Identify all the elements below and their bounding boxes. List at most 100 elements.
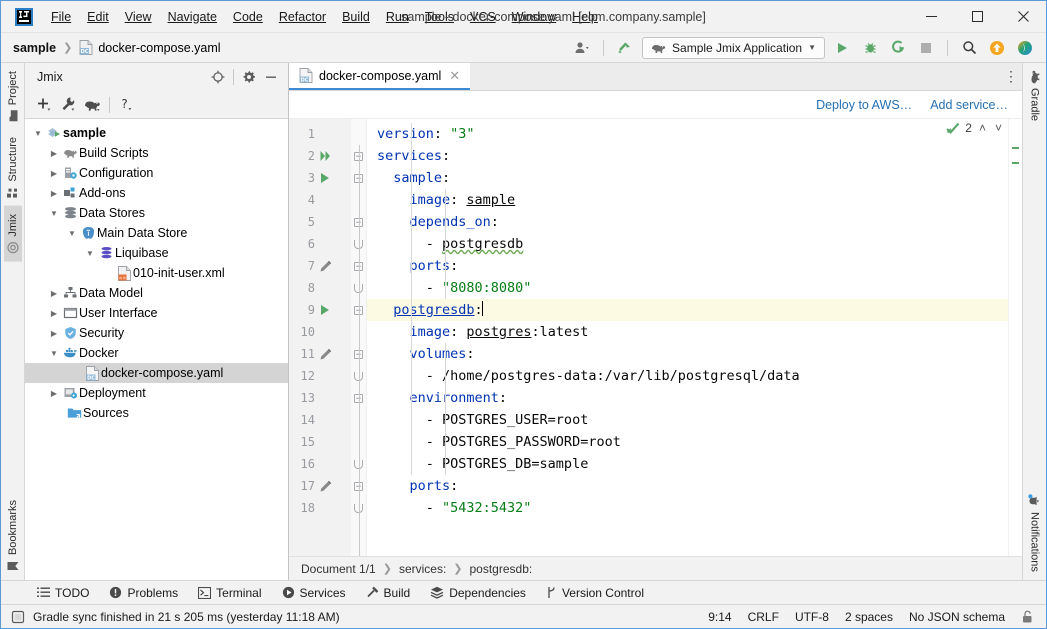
- tree-item-build-scripts[interactable]: ▶ Build Scripts: [25, 143, 288, 163]
- event-log-icon[interactable]: [11, 610, 25, 624]
- help-question-icon[interactable]: ?: [116, 94, 138, 116]
- hide-minus-icon[interactable]: [260, 66, 282, 88]
- menu-build[interactable]: Build: [334, 6, 378, 28]
- tree-item-data-model[interactable]: ▶ Data Model: [25, 283, 288, 303]
- chevron-right-icon[interactable]: ▶: [47, 149, 61, 158]
- chevron-right-icon[interactable]: ▶: [47, 169, 61, 178]
- breadcrumb-postgresdb[interactable]: postgresdb:: [470, 562, 533, 576]
- maximize-button[interactable]: [954, 1, 1000, 33]
- unlocked-padlock-icon[interactable]: [1021, 610, 1034, 624]
- breadcrumb-file[interactable]: docker-compose.yaml: [98, 41, 220, 55]
- tool-window-dependencies[interactable]: Dependencies: [422, 584, 534, 602]
- tool-window-problems[interactable]: Problems: [101, 584, 186, 602]
- update-project-icon[interactable]: [986, 37, 1008, 59]
- json-schema-status[interactable]: No JSON schema: [909, 610, 1005, 624]
- tool-window-terminal[interactable]: Terminal: [190, 584, 269, 602]
- chevron-down-icon[interactable]: ˅: [993, 121, 1004, 135]
- tool-window-version-control[interactable]: Version Control: [538, 584, 652, 602]
- code-editor[interactable]: 2 ˄ ˅ 1 2 3 4 5 6 7 8 9 10 11 12 13 14 1…: [289, 119, 1022, 556]
- tree-item-docker[interactable]: ▼ Docker: [25, 343, 288, 363]
- tree-item-user-interface[interactable]: ▶ User Interface: [25, 303, 288, 323]
- line-separator[interactable]: CRLF: [748, 610, 779, 624]
- chevron-down-icon[interactable]: ▼: [31, 129, 45, 138]
- sidebar-item-jmix[interactable]: Jmix: [3, 205, 22, 262]
- editor-tab-docker-compose[interactable]: DC docker-compose.yaml ✕: [289, 63, 471, 90]
- tree-item-010-init-user-xml[interactable]: <> 010-init-user.xml: [25, 263, 288, 283]
- user-avatar-icon[interactable]: [571, 37, 593, 59]
- tool-window-build[interactable]: Build: [358, 584, 419, 602]
- debug-icon[interactable]: [859, 37, 881, 59]
- run-all-services-icon[interactable]: [315, 150, 335, 162]
- edit-pencil-icon[interactable]: [315, 260, 335, 273]
- tree-item-security[interactable]: ▶ Security: [25, 323, 288, 343]
- run-service-icon[interactable]: [315, 172, 335, 184]
- project-tree[interactable]: ▼ sample ▶ Build Scripts ▶ Configuration…: [25, 119, 288, 580]
- breadcrumb-services[interactable]: services:: [399, 562, 446, 576]
- edit-pencil-icon[interactable]: [315, 348, 335, 361]
- close-icon[interactable]: ✕: [447, 68, 462, 84]
- tool-window-todo[interactable]: TODO: [29, 584, 97, 602]
- menu-help[interactable]: Help: [564, 6, 606, 28]
- menu-window[interactable]: Window: [504, 6, 564, 28]
- code-text-area[interactable]: version: "3" services: sample: image: sa…: [367, 119, 1022, 556]
- chevron-up-icon[interactable]: ˄: [977, 121, 988, 135]
- edit-pencil-icon[interactable]: [315, 480, 335, 493]
- add-plus-icon[interactable]: [33, 94, 55, 116]
- menu-view[interactable]: View: [117, 6, 160, 28]
- breadcrumb-project[interactable]: sample: [13, 41, 56, 55]
- chevron-down-icon[interactable]: ▼: [83, 249, 97, 258]
- caret-position[interactable]: 9:14: [708, 610, 731, 624]
- deploy-to-aws-link[interactable]: Deploy to AWS…: [816, 98, 912, 112]
- close-button[interactable]: [1000, 1, 1046, 33]
- sidebar-item-gradle[interactable]: Gradle: [1024, 63, 1045, 129]
- minimize-button[interactable]: [908, 1, 954, 33]
- breadcrumb-document[interactable]: Document 1/1: [301, 562, 376, 576]
- file-encoding[interactable]: UTF-8: [795, 610, 829, 624]
- editor-markup-scrollbar[interactable]: [1008, 119, 1022, 556]
- sidebar-item-project[interactable]: Project: [4, 63, 22, 129]
- tree-item-sample[interactable]: ▼ sample: [25, 123, 288, 143]
- ai-assistant-icon[interactable]: [1014, 37, 1036, 59]
- chevron-right-icon[interactable]: ▶: [47, 289, 61, 298]
- chevron-down-icon[interactable]: ▼: [65, 229, 79, 238]
- editor-gutter[interactable]: 1 2 3 4 5 6 7 8 9 10 11 12 13 14 15 16 1…: [289, 119, 351, 556]
- run-service-icon[interactable]: [315, 304, 335, 316]
- tree-item-liquibase[interactable]: ▼ Liquibase: [25, 243, 288, 263]
- locate-target-icon[interactable]: [207, 66, 229, 88]
- chevron-down-icon[interactable]: ▼: [47, 349, 61, 358]
- sidebar-item-notifications[interactable]: Notifications: [1025, 486, 1044, 580]
- chevron-right-icon[interactable]: ▶: [47, 329, 61, 338]
- update-arrow-icon[interactable]: [614, 37, 636, 59]
- chevron-down-icon[interactable]: ▼: [47, 209, 61, 218]
- tree-item-data-stores[interactable]: ▼ Data Stores: [25, 203, 288, 223]
- run-with-coverage-icon[interactable]: [887, 37, 909, 59]
- tree-item-configuration[interactable]: ▶ Configuration: [25, 163, 288, 183]
- sidebar-item-bookmarks[interactable]: Bookmarks: [4, 492, 22, 580]
- menu-file[interactable]: File: [43, 6, 79, 28]
- chevron-right-icon[interactable]: ▶: [47, 309, 61, 318]
- menu-tools[interactable]: Tools: [417, 6, 462, 28]
- menu-code[interactable]: Code: [225, 6, 271, 28]
- inspection-widget[interactable]: 2 ˄ ˅: [946, 121, 1004, 135]
- editor-options-icon[interactable]: ⋮: [1000, 63, 1022, 90]
- add-service-link[interactable]: Add service…: [930, 98, 1008, 112]
- gradle-elephant-icon[interactable]: [81, 94, 103, 116]
- search-everywhere-icon[interactable]: [958, 37, 980, 59]
- code-folding-column[interactable]: − − − − − − − −: [351, 119, 367, 556]
- gear-icon[interactable]: [238, 66, 260, 88]
- sidebar-item-structure[interactable]: Structure: [4, 129, 22, 206]
- menu-edit[interactable]: Edit: [79, 6, 117, 28]
- indent-setting[interactable]: 2 spaces: [845, 610, 893, 624]
- menu-vcs[interactable]: VCS: [462, 6, 504, 28]
- tree-item-add-ons[interactable]: ▶ Add-ons: [25, 183, 288, 203]
- tree-item-main-data-store[interactable]: ▼ Main Data Store: [25, 223, 288, 243]
- tool-window-services[interactable]: Services: [274, 584, 354, 602]
- tree-item-docker-compose-yaml[interactable]: DC docker-compose.yaml: [25, 363, 288, 383]
- run-icon[interactable]: [831, 37, 853, 59]
- status-message[interactable]: Gradle sync finished in 21 s 205 ms (yes…: [33, 610, 340, 624]
- menu-navigate[interactable]: Navigate: [160, 6, 225, 28]
- tree-item-sources[interactable]: Sources: [25, 403, 288, 423]
- stop-icon[interactable]: [915, 37, 937, 59]
- tree-item-deployment[interactable]: ▶ Deployment: [25, 383, 288, 403]
- chevron-right-icon[interactable]: ▶: [47, 189, 61, 198]
